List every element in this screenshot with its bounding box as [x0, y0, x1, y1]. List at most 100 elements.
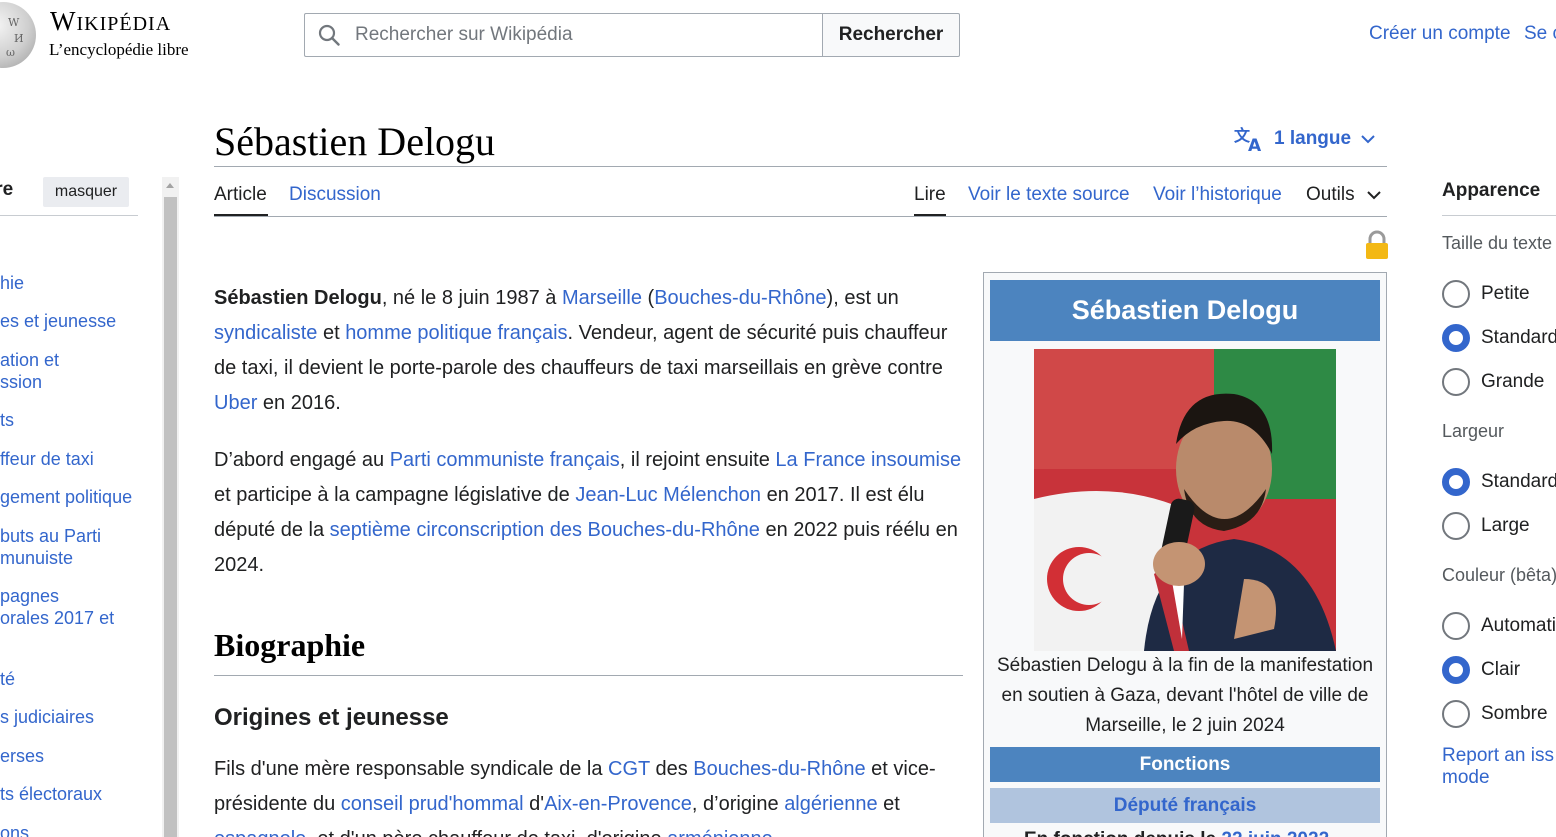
infobox-title: Sébastien Delogu	[990, 280, 1380, 341]
color-radio[interactable]	[1442, 700, 1470, 728]
text-size-radio[interactable]	[1442, 324, 1470, 352]
article-body-continued: Fils d'une mère responsable syndicale de…	[214, 752, 964, 837]
article-text: , né le 8 juin 1987 à	[381, 287, 562, 309]
article-link[interactable]: Jean-Luc Mélenchon	[575, 484, 761, 506]
tools-menu[interactable]: Outils	[1306, 184, 1381, 206]
article-link[interactable]: La France insoumise	[775, 449, 961, 471]
toc-scrollbar[interactable]	[162, 177, 179, 837]
toc-item[interactable]: pagnes	[0, 585, 59, 607]
infobox-role-link[interactable]: Député français	[990, 788, 1380, 823]
language-button[interactable]: 文 A 1 langue	[1234, 126, 1375, 152]
toc-item[interactable]: ts électoraux	[0, 783, 102, 805]
article-link[interactable]: CGT	[608, 758, 650, 780]
search-icon	[318, 24, 340, 46]
wordmark-first-letter: W	[50, 6, 77, 36]
toc-item[interactable]: té	[0, 668, 15, 690]
svg-text:A: A	[1248, 136, 1262, 152]
article-bold-text: Sébastien Delogu	[214, 287, 382, 309]
color-radio[interactable]	[1442, 656, 1470, 684]
toc-item[interactable]: ffeur de taxi	[0, 448, 94, 470]
width-radio[interactable]	[1442, 468, 1470, 496]
toc-item[interactable]: ation et	[0, 349, 59, 371]
toc-item[interactable]: hie	[0, 272, 24, 294]
toc-item[interactable]: es et jeunesse	[0, 310, 116, 332]
tab-view-source[interactable]: Voir le texte source	[968, 184, 1130, 206]
report-link-line2: mode	[1442, 767, 1490, 788]
toc-item[interactable]: orales 2017 et	[0, 607, 114, 629]
search-input[interactable]	[355, 22, 805, 48]
search-button[interactable]: Rechercher	[822, 13, 960, 57]
toc-item[interactable]: erses	[0, 745, 44, 767]
appearance-title: Apparence	[1442, 180, 1541, 201]
text-size-radio[interactable]	[1442, 368, 1470, 396]
article-link[interactable]: septième circonscription des Bouches-du-…	[330, 519, 760, 541]
color-option-label[interactable]: Clair	[1481, 659, 1520, 681]
article-link[interactable]: algérienne	[784, 793, 877, 815]
text-size-option-label[interactable]: Petite	[1481, 283, 1530, 305]
scrollbar-thumb[interactable]	[164, 197, 177, 837]
section-divider	[214, 675, 963, 676]
article-link[interactable]: arménienne	[667, 828, 773, 837]
article-link[interactable]: Uber	[214, 392, 257, 414]
color-option-label[interactable]: Automatique	[1481, 615, 1556, 637]
article-text: , d’origine	[691, 793, 785, 815]
tab-discussion[interactable]: Discussion	[289, 184, 381, 206]
text-size-option-label[interactable]: Grande	[1481, 371, 1544, 393]
wikipedia-globe-logo[interactable]: W И ω	[0, 2, 36, 68]
infobox-functions-header: Fonctions	[990, 747, 1380, 782]
width-option-label[interactable]: Large	[1481, 515, 1530, 537]
toc-title: ire	[0, 179, 14, 200]
text-size-radio[interactable]	[1442, 280, 1470, 308]
article-link[interactable]: Aix-en-Provence	[544, 793, 692, 815]
color-option-label[interactable]: Sombre	[1481, 703, 1548, 725]
infobox-portrait-photo[interactable]	[1034, 349, 1336, 651]
tab-article[interactable]: Article	[214, 184, 267, 206]
article-text: , et d'un père chauffeur de taxi, d'orig…	[306, 828, 667, 837]
lock-icon[interactable]	[1365, 230, 1389, 260]
toc-item[interactable]: gement politique	[0, 486, 132, 508]
section-heading-biographie: Biographie	[214, 627, 366, 663]
width-label: Largeur	[1442, 421, 1505, 441]
logo-tagline: L’encyclopédie libre	[49, 40, 189, 59]
toc-item[interactable]: ts	[0, 409, 14, 431]
infobox-term-start: En fonction depuis le 22 juin 2022	[1024, 829, 1329, 837]
color-radio[interactable]	[1442, 612, 1470, 640]
toc-item[interactable]: munuiste	[0, 547, 73, 569]
login-link[interactable]: Se c	[1524, 23, 1556, 45]
width-radio[interactable]	[1442, 512, 1470, 540]
report-issue-link[interactable]: Report an iss mode	[1442, 745, 1554, 789]
wikipedia-wordmark[interactable]: WIKIPÉDIA	[50, 6, 171, 37]
article-link[interactable]: Bouches-du-Rhône	[693, 758, 865, 780]
article-paragraph: Sébastien Delogu, né le 8 juin 1987 à Ma…	[214, 281, 964, 421]
appearance-divider	[1442, 215, 1556, 216]
tabs-divider	[214, 216, 1387, 217]
text-size-option-label[interactable]: Standard	[1481, 327, 1556, 349]
term-start-date-link[interactable]: 22 juin 2022	[1221, 829, 1329, 837]
article-body: Sébastien Delogu, né le 8 juin 1987 à Ma…	[214, 281, 964, 605]
article-paragraph: D’abord engagé au Parti communiste franç…	[214, 443, 964, 583]
article-paragraph: Fils d'une mère responsable syndicale de…	[214, 752, 964, 837]
article-link[interactable]: homme politique français	[345, 322, 567, 344]
create-account-link[interactable]: Créer un compte	[1369, 23, 1511, 45]
tab-read[interactable]: Lire	[914, 184, 946, 206]
chevron-down-icon	[1361, 135, 1375, 144]
article-link[interactable]: conseil prud'hommal	[341, 793, 524, 815]
article-link[interactable]: syndicaliste	[214, 322, 317, 344]
search-box	[304, 13, 823, 57]
article-link[interactable]: Bouches-du-Rhône	[654, 287, 826, 309]
toc-item[interactable]: s judiciaires	[0, 706, 94, 728]
toc-item[interactable]: ssion	[0, 371, 42, 393]
article-text: D’abord engagé au	[214, 449, 390, 471]
article-text: et	[877, 793, 900, 815]
toc-item[interactable]: buts au Parti	[0, 525, 101, 547]
tab-view-history[interactable]: Voir l’historique	[1153, 184, 1282, 206]
toc-hide-button[interactable]: masquer	[43, 177, 129, 207]
article-link[interactable]: Parti communiste français	[390, 449, 620, 471]
article-link[interactable]: Marseille	[562, 287, 642, 309]
scroll-up-arrow-icon[interactable]	[166, 183, 174, 188]
translate-icon: 文 A	[1234, 126, 1262, 152]
toc-item[interactable]: ons	[0, 822, 29, 837]
article-text: ), est un	[826, 287, 899, 309]
article-link[interactable]: espagnole	[214, 828, 306, 837]
width-option-label[interactable]: Standard	[1481, 471, 1556, 493]
